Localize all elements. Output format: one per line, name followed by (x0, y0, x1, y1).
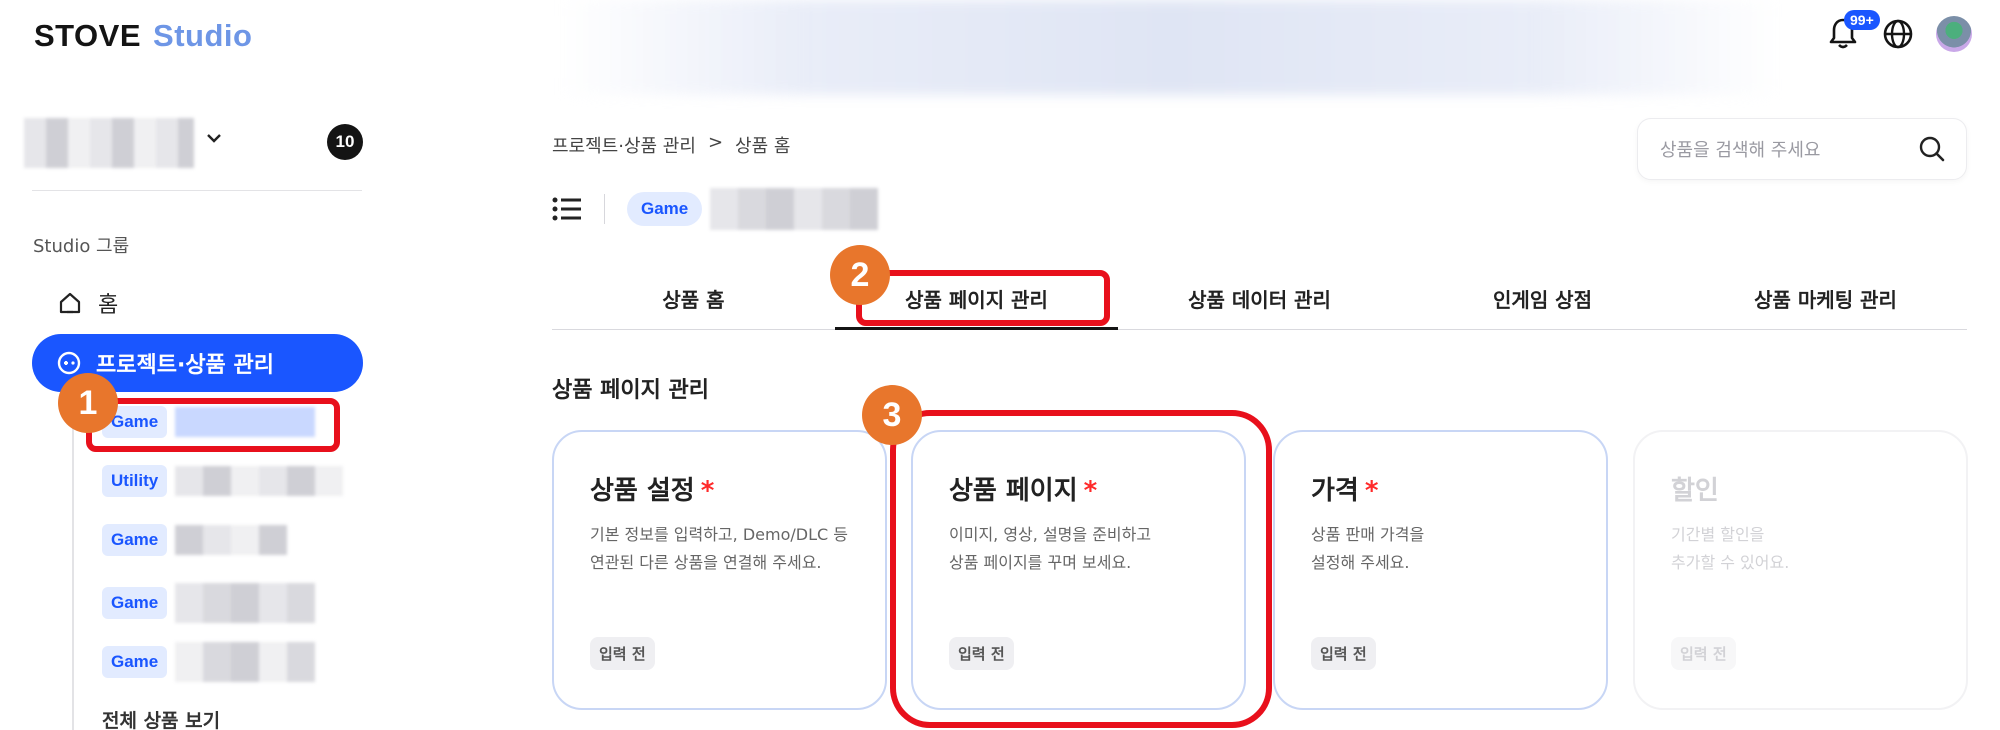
product-type-tag: Game (102, 587, 168, 619)
product-type-tag: Game (627, 192, 703, 226)
sidebar-subitem[interactable]: Game (102, 642, 316, 682)
chevron-down-icon[interactable] (204, 128, 224, 148)
logo-studio: Studio (153, 18, 253, 53)
project-selector[interactable] (24, 118, 194, 168)
card-product-settings[interactable]: 상품 설정 * 기본 정보를 입력하고, Demo/DLC 등 연관된 다른 상품… (552, 430, 887, 710)
gamepad-icon (57, 351, 81, 375)
breadcrumb-item: 상품 홈 (735, 136, 791, 157)
sidebar-subitem[interactable]: Game (102, 524, 288, 556)
globe-icon[interactable] (1882, 18, 1914, 50)
product-tabs: 상품 홈 상품 페이지 관리 상품 데이터 관리 인게임 상점 상품 마케팅 관… (552, 270, 1967, 330)
sidebar-divider (32, 190, 362, 191)
product-name-redacted (175, 466, 344, 496)
current-product-bar: Game (552, 188, 879, 230)
sidebar-item-label: 프로젝트·상품 관리 (96, 353, 274, 378)
card-description: 기간별 할인을 추가할 수 있어요. (1671, 525, 1790, 572)
user-avatar[interactable] (1936, 16, 1972, 52)
breadcrumb-item[interactable]: 프로젝트·상품 관리 (552, 132, 696, 158)
card-title: 가격 * (1311, 476, 1379, 506)
sidebar-subitem[interactable]: Utility (102, 465, 344, 497)
highlight-box-2 (856, 270, 1110, 326)
product-search (1637, 118, 1967, 180)
step-badge-1: 1 (58, 373, 118, 433)
product-name-redacted (175, 642, 316, 682)
stove-studio-logo[interactable]: STOVE Studio (34, 18, 252, 54)
breadcrumb: 프로젝트·상품 관리 > 상품 홈 (552, 132, 790, 158)
step-badge-2: 2 (830, 245, 890, 305)
status-badge: 입력 전 (1671, 637, 1736, 670)
vertical-divider (604, 194, 605, 224)
card-description: 상품 판매 가격을 설정해 주세요. (1311, 525, 1425, 572)
sidebar-subitem[interactable]: Game (102, 583, 316, 623)
sidebar-item-home[interactable]: 홈 (58, 287, 118, 319)
status-badge: 입력 전 (590, 637, 655, 670)
product-name-redacted (175, 583, 316, 623)
product-type-tag: Game (102, 646, 168, 678)
top-banner-blur (560, 0, 1780, 95)
tab-ingame-store[interactable]: 인게임 상점 (1401, 270, 1684, 329)
highlight-box-1 (86, 398, 340, 452)
tab-product-data-management[interactable]: 상품 데이터 관리 (1118, 270, 1401, 329)
view-all-products-link[interactable]: 전체 상품 보기 (102, 706, 220, 730)
logo-stove: STOVE (34, 18, 142, 53)
section-title: 상품 페이지 관리 (552, 378, 709, 403)
product-type-tag: Game (102, 524, 168, 556)
status-badge: 입력 전 (1311, 637, 1376, 670)
search-input[interactable] (1660, 135, 1910, 165)
list-menu-icon[interactable] (552, 196, 582, 222)
card-title: 할인 (1671, 476, 1719, 506)
card-price[interactable]: 가격 * 상품 판매 가격을 설정해 주세요. 입력 전 (1273, 430, 1608, 710)
step-badge-3: 3 (862, 385, 922, 445)
tab-product-home[interactable]: 상품 홈 (552, 270, 835, 329)
product-name-redacted (175, 525, 288, 555)
sidebar-tree-line (72, 400, 74, 730)
home-icon (59, 292, 81, 314)
card-discount: 할인 기간별 할인을 추가할 수 있어요. 입력 전 (1633, 430, 1968, 710)
card-title: 상품 설정 * (590, 476, 715, 506)
search-icon[interactable] (1918, 135, 1946, 163)
project-count-badge: 10 (327, 124, 363, 160)
sidebar-item-label: 홈 (98, 293, 119, 318)
highlight-box-3 (890, 410, 1272, 728)
required-mark: * (700, 476, 715, 506)
card-description: 기본 정보를 입력하고, Demo/DLC 등 연관된 다른 상품을 연결해 주… (590, 525, 848, 572)
product-type-tag: Utility (102, 465, 168, 497)
top-right-actions: 99+ (1828, 10, 1972, 52)
product-name-redacted (710, 188, 879, 230)
notification-button[interactable]: 99+ (1828, 10, 1880, 52)
notification-badge: 99+ (1844, 10, 1880, 30)
sidebar-group-label: Studio 그룹 (33, 236, 130, 257)
tab-product-marketing[interactable]: 상품 마케팅 관리 (1684, 270, 1967, 329)
required-mark: * (1364, 476, 1379, 506)
breadcrumb-separator: > (707, 132, 724, 153)
